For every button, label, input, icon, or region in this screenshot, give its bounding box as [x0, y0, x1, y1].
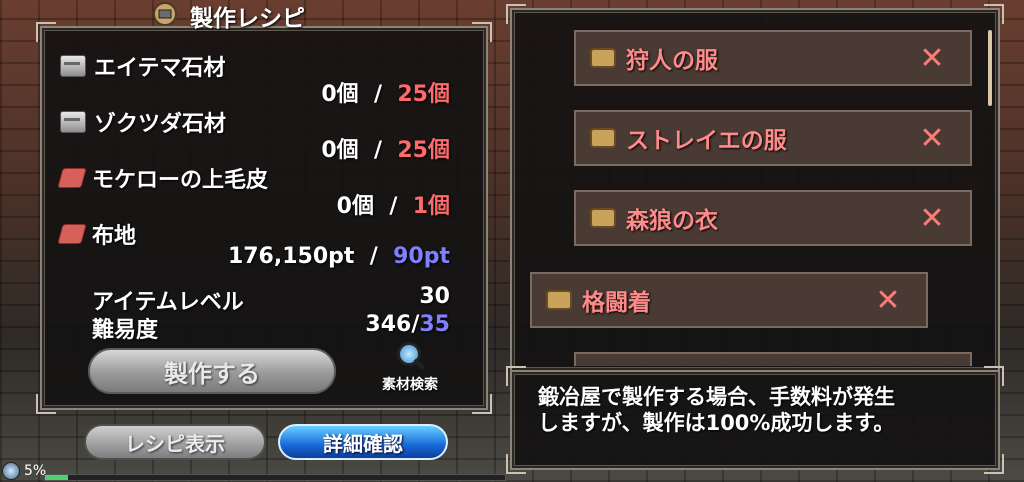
difficulty-label: 難易度: [92, 318, 159, 343]
recipe-title-bar: 製作レシピ: [150, 0, 305, 32]
toolbox-icon: [150, 1, 180, 31]
remove-icon[interactable]: ✕: [912, 41, 952, 76]
scroll-icon: [590, 208, 616, 228]
material-row: エイテマ石材: [60, 50, 226, 82]
recipe-list-item[interactable]: 狩人の服 ✕: [574, 30, 972, 86]
scroll-icon: [546, 290, 572, 310]
cloth-icon: [57, 224, 87, 244]
panel-corner: [36, 22, 56, 42]
material-count: 0個 / 25個: [321, 82, 450, 107]
panel-corner: [472, 22, 492, 42]
remove-icon[interactable]: ✕: [868, 283, 908, 318]
list-scrollbar[interactable]: [988, 30, 992, 106]
panel-corner: [506, 366, 526, 386]
material-count: 0個 / 25個: [321, 138, 450, 163]
material-row: モケローの上毛皮: [57, 162, 269, 194]
recipe-list-item[interactable]: ストレイエの服 ✕: [574, 110, 972, 166]
page-title: 製作レシピ: [190, 6, 305, 32]
experience-bar: [44, 474, 506, 481]
message-line: しますが、製作は100%成功します。: [538, 411, 895, 435]
recipe-name: 狩人の服: [626, 48, 718, 74]
magnifier-icon: [397, 342, 425, 370]
recipe-list-item[interactable]: 森狼の衣 ✕: [574, 190, 972, 246]
recipe-name: 森狼の衣: [626, 208, 718, 234]
panel-corner: [984, 4, 1004, 24]
orb-icon: [2, 462, 20, 480]
recipe-show-button[interactable]: レシピ表示: [84, 424, 266, 460]
remove-icon[interactable]: ✕: [912, 201, 952, 236]
panel-corner: [984, 366, 1004, 386]
difficulty-value: 346/35: [365, 312, 450, 337]
material-count: 0個 / 1個: [336, 194, 450, 219]
scroll-icon: [590, 48, 616, 68]
hide-icon: [57, 168, 87, 188]
recipe-list-item-selected[interactable]: 格闘着 ✕: [530, 272, 928, 328]
material-name: 布地: [92, 224, 137, 249]
item-level-value: 30: [419, 284, 450, 309]
material-row: 布地: [57, 218, 137, 250]
stone-icon: [60, 55, 86, 77]
panel-corner: [506, 454, 526, 474]
experience-bar-fill: [45, 475, 68, 480]
panel-corner: [36, 394, 56, 414]
scroll-icon: [590, 128, 616, 148]
material-count: 176,150pt / 90pt: [227, 244, 450, 269]
panel-corner: [984, 454, 1004, 474]
recipe-list-item-partial: [574, 352, 972, 366]
stone-icon: [60, 111, 86, 133]
material-name: エイテマ石材: [94, 56, 226, 81]
material-search-button[interactable]: 素材検索: [370, 342, 450, 394]
recipe-name: 格闘着: [582, 290, 651, 316]
status-indicator: 5%: [2, 462, 46, 480]
status-percent: 5%: [24, 463, 47, 479]
panel-corner: [506, 4, 526, 24]
info-message: 鍛冶屋で製作する場合、手数料が発生 しますが、製作は100%成功します。: [538, 384, 978, 436]
detail-button[interactable]: 詳細確認: [278, 424, 448, 460]
recipe-name: ストレイエの服: [626, 128, 787, 154]
panel-corner: [472, 394, 492, 414]
material-name: ゾクツダ石材: [94, 112, 227, 137]
message-line: 鍛冶屋で製作する場合、手数料が発生: [538, 385, 895, 409]
remove-icon[interactable]: ✕: [912, 121, 952, 156]
material-name: モケローの上毛皮: [92, 168, 269, 193]
material-row: ゾクツダ石材: [60, 106, 226, 138]
craft-button[interactable]: 製作する: [88, 348, 336, 394]
search-label: 素材検索: [382, 377, 438, 393]
